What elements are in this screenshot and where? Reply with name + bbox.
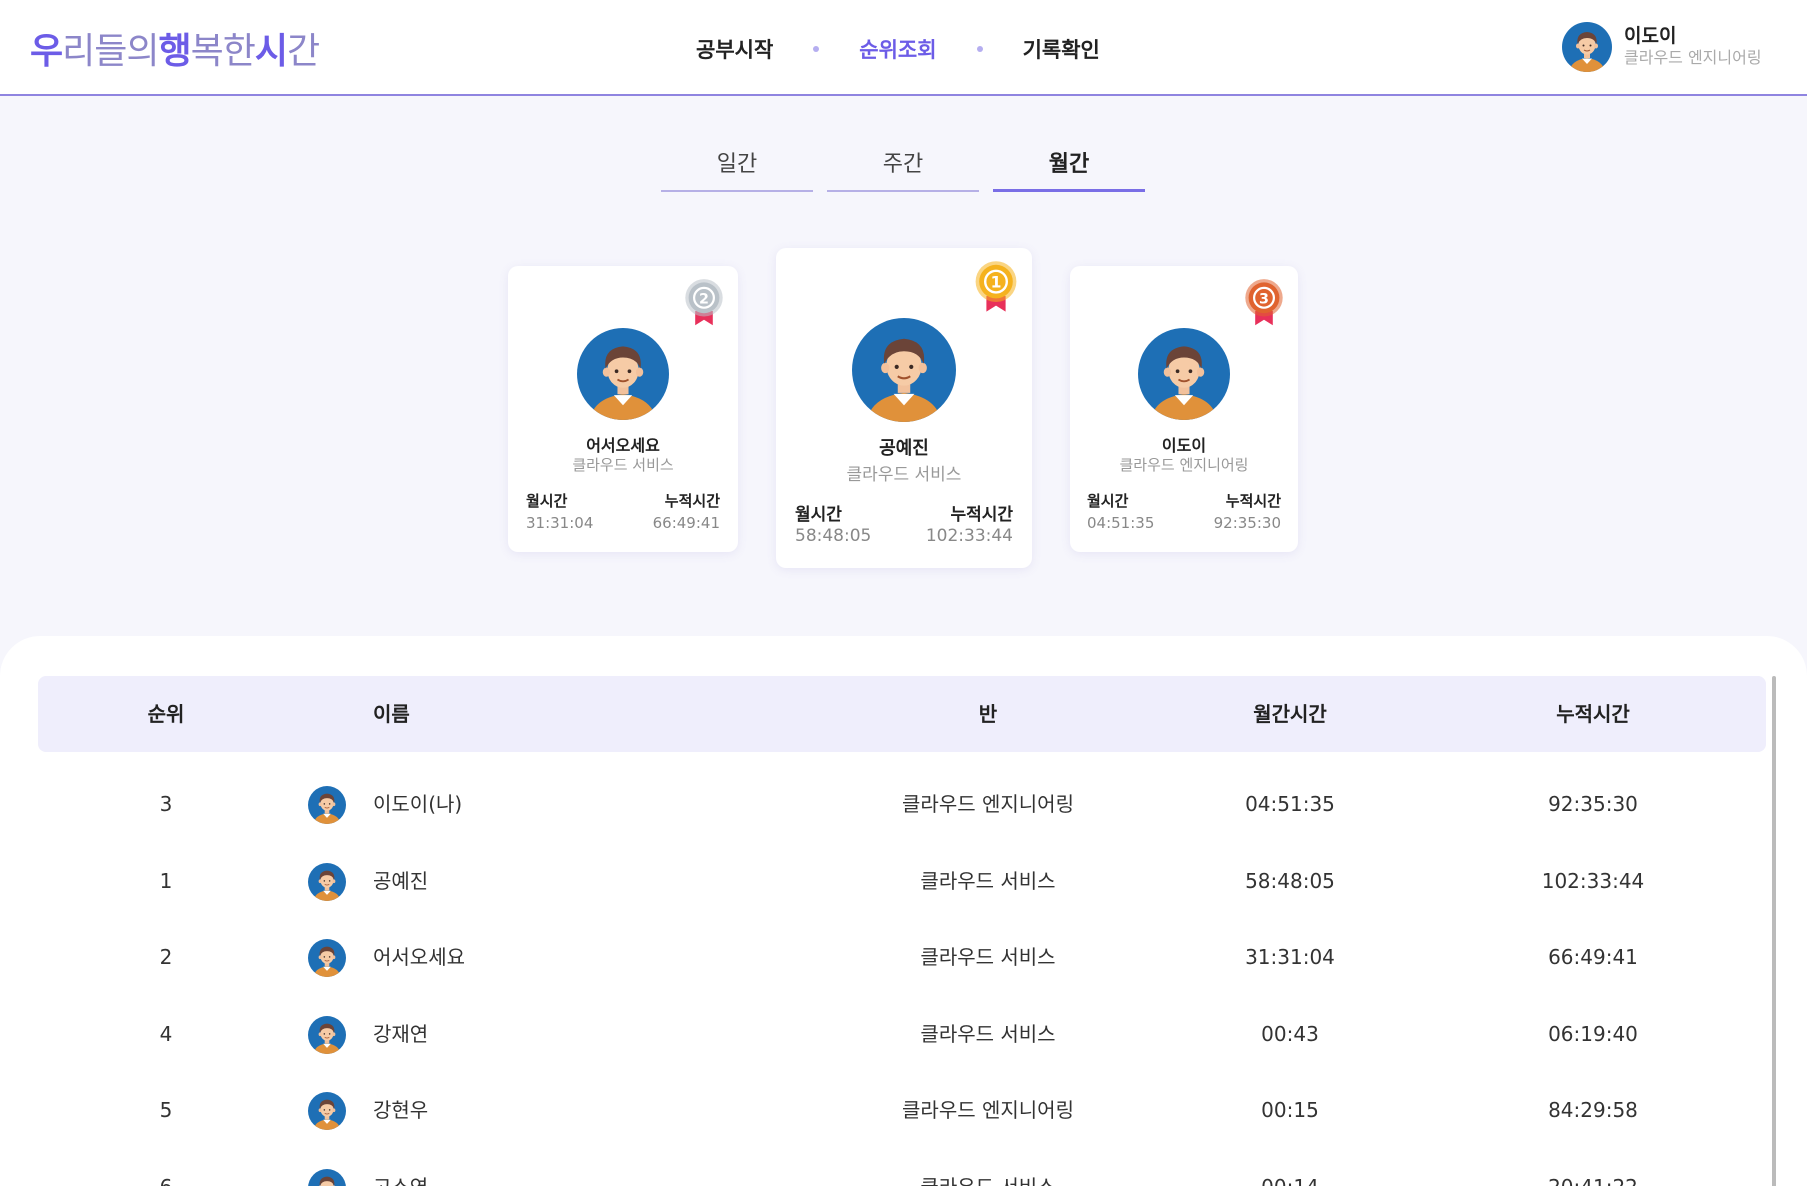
row-class: 클라우드 서비스 [920,945,1056,969]
row-total: 102:33:44 [1541,868,1645,893]
podium-total-value: 92:35:30 [1213,514,1281,532]
row-name: 공예진 [373,868,429,893]
row-name: 어서오세요 [373,945,465,969]
podium-monthly-label: 월시간 [1087,492,1129,510]
avatar [308,863,346,901]
row-name: 이도이(나) [373,792,463,816]
avatar [308,786,346,824]
row-class: 클라우드 엔지니어링 [902,792,1074,816]
tab-monthly[interactable]: 월간 [993,146,1145,192]
podium-name: 공예진 [879,438,929,459]
row-class: 클라우드 서비스 [920,1021,1056,1046]
app-logo[interactable]: 우리들의행복한시간 [30,22,320,74]
row-total: 06:19:40 [1548,1021,1638,1046]
row-monthly: 00:14 [1261,1149,1319,1186]
row-rank: 6 [160,1149,173,1186]
user-profile[interactable]: 이도이 클라우드 엔지니어링 [1562,22,1762,72]
row-name: 고소연 [373,1149,428,1186]
podium-total-label: 누적시간 [1225,492,1281,510]
podium-total-label: 누적시간 [664,492,720,510]
nav-records[interactable]: 기록확인 [1023,34,1100,64]
podium-monthly-value: 31:31:04 [526,514,594,532]
table-header: 순위 이름 반 월간시간 누적시간 [38,676,1766,752]
table-row[interactable]: 5 강현우 클라우드 엔지니어링 00:15 84:29:58 [38,1072,1766,1148]
row-name: 강현우 [373,1098,429,1122]
row-class: 클라우드 엔지니어링 [902,1098,1074,1122]
podium-monthly-value: 04:51:35 [1087,514,1155,532]
medal-icon: 3 [1245,279,1283,326]
avatar [308,939,346,977]
avatar [308,1016,346,1054]
row-total: 20:41:22 [1548,1149,1638,1186]
avatar [852,318,956,422]
avatar [577,328,669,420]
podium-dept: 클라우드 서비스 [572,456,674,474]
nav-study-start[interactable]: 공부시작 [696,34,773,64]
podium-monthly-label: 월시간 [795,505,842,525]
table-row[interactable]: 1 공예진 클라우드 서비스 58:48:05 102:33:44 [38,843,1766,919]
header-name: 이름 [373,702,410,726]
period-tabs: 일간 주간 월간 [661,146,1159,192]
ranking-table-panel: 순위 이름 반 월간시간 누적시간 3 이도이(나) 클라우드 엔지니어링 04… [0,636,1807,1186]
podium-monthly-value: 58:48:05 [795,526,872,546]
row-rank: 2 [159,945,173,969]
user-dept: 클라우드 엔지니어링 [1624,48,1762,67]
podium-total-value: 66:49:41 [652,514,720,532]
avatar [1562,22,1612,72]
table-row[interactable]: 3 이도이(나) 클라우드 엔지니어링 04:51:35 92:35:30 [38,766,1766,842]
podium-total-label: 누적시간 [950,505,1013,525]
row-rank: 1 [159,868,173,893]
table-row[interactable]: 6 고소연 클라우드 서비스 00:14 20:41:22 [38,1149,1766,1186]
nav-separator [813,46,820,52]
avatar [308,1169,346,1186]
podium-name: 어서오세요 [586,436,660,455]
row-rank: 3 [159,792,173,816]
top-header: 우리들의행복한시간 공부시작 순위조회 기록확인 이도이 클라우드 엔지니어링 [0,0,1807,96]
row-monthly: 04:51:35 [1245,792,1335,816]
tab-weekly[interactable]: 주간 [827,146,979,192]
medal-rank: 2 [699,291,709,307]
podium-card-rank-3[interactable]: 3 이도이 클라우드 엔지니어링 월시간 누적시간 04:51:35 92:35… [1070,266,1298,552]
header-class: 반 [978,702,998,726]
avatar [308,1092,346,1130]
row-monthly: 31:31:04 [1245,945,1335,969]
row-monthly: 58:48:05 [1245,868,1335,893]
row-class: 클라우드 서비스 [920,868,1056,893]
row-class: 클라우드 서비스 [920,1149,1055,1186]
row-name: 강재연 [373,1021,429,1046]
row-monthly: 00:43 [1261,1021,1319,1046]
row-total: 92:35:30 [1548,792,1638,816]
row-total: 84:29:58 [1548,1098,1638,1122]
header-rank: 순위 [147,702,185,726]
podium-monthly-label: 월시간 [526,492,568,510]
main-nav: 공부시작 순위조회 기록확인 [696,34,1100,64]
table-row[interactable]: 4 강재연 클라우드 서비스 00:43 06:19:40 [38,996,1766,1072]
nav-separator [976,46,983,52]
row-rank: 5 [159,1098,173,1122]
podium-card-rank-1[interactable]: 1 공예진 클라우드 서비스 월시간 누적시간 58:48:05 102:33:… [776,248,1032,568]
podium-card-rank-2[interactable]: 2 어서오세요 클라우드 서비스 월시간 누적시간 31:31:04 66:49… [508,266,738,552]
tab-daily[interactable]: 일간 [661,146,813,192]
scrollbar[interactable] [1772,676,1776,1186]
podium-name: 이도이 [1161,436,1207,455]
medal-rank: 1 [991,274,1002,292]
table-row[interactable]: 2 어서오세요 클라우드 서비스 31:31:04 66:49:41 [38,919,1766,995]
row-rank: 4 [159,1021,173,1046]
avatar [1138,328,1230,420]
row-monthly: 00:15 [1261,1098,1319,1122]
row-total: 66:49:41 [1548,945,1638,969]
nav-ranking[interactable]: 순위조회 [859,34,936,64]
podium-total-value: 102:33:44 [925,526,1013,546]
user-name: 이도이 [1624,25,1677,47]
medal-icon: 2 [685,279,723,326]
medal-icon: 1 [975,261,1017,312]
podium-dept: 클라우드 서비스 [846,465,962,485]
header-monthly: 월간시간 [1253,702,1327,726]
medal-rank: 3 [1259,291,1269,307]
header-total: 누적시간 [1556,702,1630,726]
podium-dept: 클라우드 엔지니어링 [1119,456,1249,474]
